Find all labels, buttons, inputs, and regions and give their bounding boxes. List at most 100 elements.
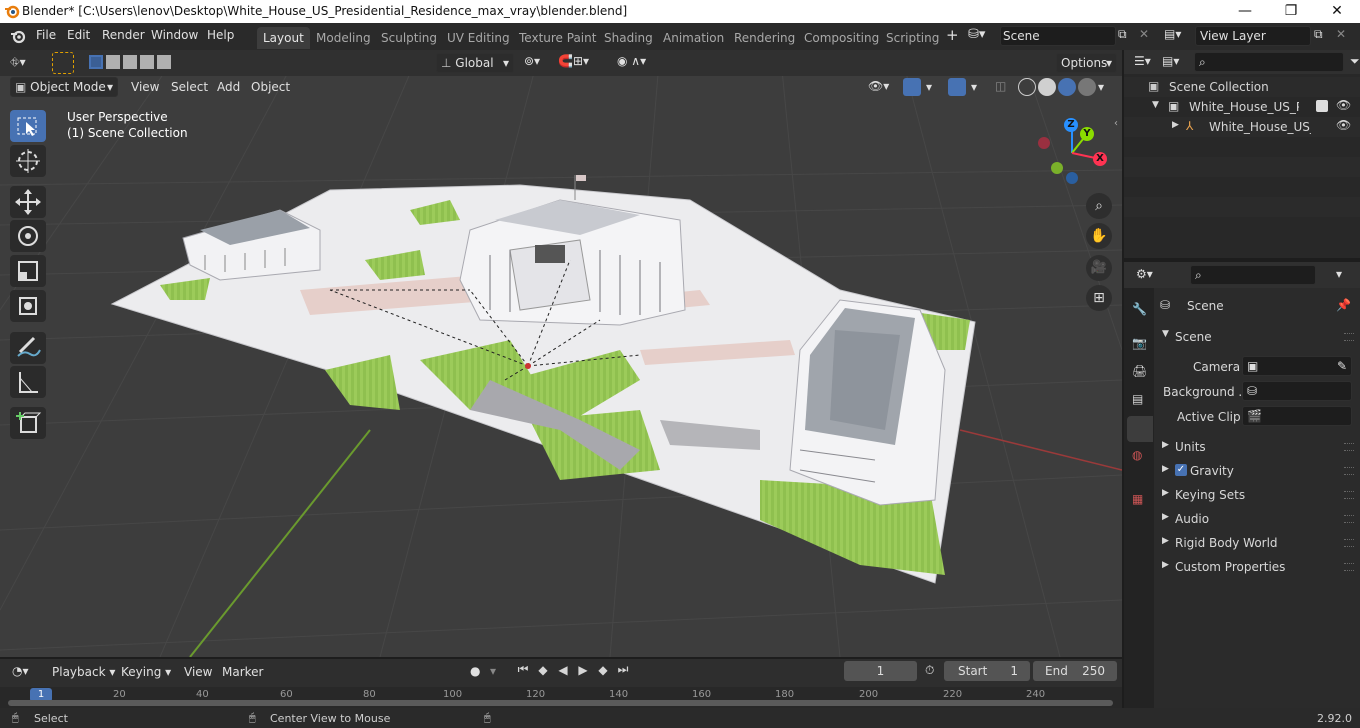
pin-icon[interactable]: 📌 (1336, 298, 1351, 312)
pan-hand-icon[interactable]: ✋ (1086, 223, 1112, 249)
shading-dropdown-icon[interactable]: ▾ (1098, 80, 1104, 94)
menu-render[interactable]: Render (102, 28, 145, 42)
view-layer-copy-icon[interactable]: ⧉ (1314, 27, 1323, 42)
expand-icon[interactable]: ▼ (1152, 100, 1159, 110)
timeline-menu-marker[interactable]: Marker (222, 665, 263, 679)
play-reverse-icon[interactable]: ◀ (553, 663, 573, 677)
start-frame-field[interactable]: Start 1 (944, 661, 1030, 681)
menu-window[interactable]: Window (151, 28, 198, 42)
extend-selection-icon[interactable] (106, 55, 120, 69)
outliner-search-field[interactable]: ⌕ (1194, 52, 1344, 72)
3d-viewport[interactable]: ⛗▾ ⊥ Global ▾ ⊚▾ 🧲⊞▾ ◉ ∧▾ Options ▾ ▣ Obje… (0, 50, 1122, 657)
move-tool[interactable] (10, 186, 46, 218)
subtract-selection-icon[interactable] (123, 55, 137, 69)
eye-icon[interactable]: 👁 (1336, 98, 1351, 112)
close-window-button[interactable]: ✕ (1314, 0, 1360, 23)
minimize-button[interactable]: — (1222, 0, 1268, 23)
drag-grip-icon[interactable] (1344, 491, 1354, 499)
timeline-editor-icon[interactable]: ◔▾ (12, 664, 29, 678)
sidebar-toggle-icon[interactable]: ‹ (1114, 118, 1118, 129)
view-layer-tab-icon[interactable]: ▤ (1132, 392, 1143, 406)
expand-icon[interactable]: ▶ (1172, 120, 1179, 130)
timeline-scrollbar[interactable] (8, 700, 1113, 706)
eyedropper-icon[interactable]: ✎ (1337, 357, 1347, 375)
drag-grip-icon[interactable] (1344, 563, 1354, 571)
timeline-ruler[interactable]: 1 20 40 60 80 100 120 140 160 180 200 22… (0, 687, 1122, 708)
material-shading-icon[interactable] (1058, 78, 1076, 96)
outliner-row-scene-collection[interactable]: ▣ Scene Collection (1124, 77, 1360, 97)
properties-options-icon[interactable]: ▾ (1336, 267, 1342, 281)
transform-tool[interactable] (10, 290, 46, 322)
select-box-tool[interactable] (10, 110, 46, 142)
view-layer-remove-icon[interactable]: ✕ (1336, 27, 1346, 41)
auto-keying-icon[interactable]: ● (470, 664, 480, 678)
background-set-field[interactable]: ⛁ (1242, 381, 1352, 401)
display-mode-icon[interactable]: ▤▾ (1162, 54, 1179, 68)
keying-sets-panel-header[interactable]: ▶ Keying Sets (1156, 483, 1360, 507)
camera-view-icon[interactable]: 🎥 (1086, 255, 1112, 281)
pivot-point-icon[interactable]: ⊚▾ (524, 54, 540, 68)
viewport-menu-select[interactable]: Select (171, 80, 208, 94)
add-cube-tool[interactable] (10, 407, 46, 439)
camera-field[interactable]: ▣ ✎ (1242, 356, 1352, 376)
gizmo-dropdown-icon[interactable]: ▾ (926, 80, 932, 94)
timeline-menu-view[interactable]: View (184, 665, 212, 679)
maximize-button[interactable]: ❐ (1268, 0, 1314, 23)
tab-layout[interactable]: Layout (257, 27, 310, 49)
timeline-menu-keying[interactable]: Keying ▾ (121, 665, 171, 679)
prev-keyframe-icon[interactable]: ◆ (533, 663, 553, 677)
overlays-dropdown-icon[interactable]: ▾ (971, 80, 977, 94)
scene-panel-header[interactable]: ▼ Scene (1156, 325, 1360, 349)
drag-grip-icon[interactable] (1344, 467, 1354, 475)
tab-rendering[interactable]: Rendering (728, 27, 801, 49)
keying-dropdown-icon[interactable]: ▾ (490, 664, 496, 678)
include-checkbox[interactable] (1316, 100, 1328, 112)
editor-type-icon[interactable]: ⛗▾ (10, 55, 26, 70)
zoom-icon[interactable]: ⌕ (1086, 193, 1112, 219)
snap-icon[interactable]: 🧲⊞▾ (558, 54, 589, 68)
gizmo-y-axis[interactable]: Y (1080, 127, 1094, 141)
custom-properties-panel-header[interactable]: ▶ Custom Properties (1156, 555, 1360, 579)
drag-grip-icon[interactable] (1344, 539, 1354, 547)
gizmo-z-axis[interactable]: Z (1064, 118, 1078, 132)
outliner-row-collection[interactable]: ▼ ▣ White_House_US_Preside 👁 (1124, 97, 1360, 117)
perspective-grid-icon[interactable]: ⊞ (1086, 285, 1112, 311)
tab-shading[interactable]: Shading (598, 27, 659, 49)
select-tool-icon[interactable] (52, 52, 74, 74)
filter-icon[interactable]: ⏷ (1350, 54, 1360, 69)
rigid-body-world-panel-header[interactable]: ▶ Rigid Body World (1156, 531, 1360, 555)
tab-uv-editing[interactable]: UV Editing (441, 27, 516, 49)
gravity-checkbox[interactable]: ✓ (1175, 464, 1187, 476)
options-dropdown[interactable]: Options ▾ (1056, 53, 1117, 73)
tab-scripting[interactable]: Scripting (880, 27, 945, 49)
world-tab-icon[interactable]: ◍ (1132, 448, 1142, 462)
tab-sculpting[interactable]: Sculpting (375, 27, 443, 49)
scale-tool[interactable] (10, 255, 46, 287)
render-tab-icon[interactable]: 📷 (1132, 336, 1147, 350)
tab-modeling[interactable]: Modeling (310, 27, 377, 49)
tab-texture-paint[interactable]: Texture Paint (513, 27, 602, 49)
view-layer-field[interactable]: View Layer (1195, 26, 1311, 46)
solid-shading-icon[interactable] (1038, 78, 1056, 96)
scene-name-field[interactable]: Scene (1000, 26, 1116, 46)
play-icon[interactable]: ▶ (573, 663, 593, 677)
active-clip-field[interactable]: 🎬 (1242, 406, 1352, 426)
texture-tab-icon[interactable]: ▦ (1132, 492, 1143, 506)
eye-icon[interactable]: 👁 (1336, 118, 1351, 132)
tab-compositing[interactable]: Compositing (798, 27, 885, 49)
new-selection-icon[interactable] (89, 55, 103, 69)
properties-editor-icon[interactable]: ⚙▾ (1136, 267, 1153, 281)
tab-animation[interactable]: Animation (657, 27, 730, 49)
view-layer-browse-icon[interactable]: ▤▾ (1164, 27, 1181, 41)
proportional-edit-icon[interactable]: ◉ ∧▾ (617, 54, 646, 68)
cursor-tool[interactable] (10, 145, 46, 177)
audio-panel-header[interactable]: ▶ Audio (1156, 507, 1360, 531)
visibility-icon[interactable]: 👁▾ (868, 79, 889, 93)
output-tab-icon[interactable]: 🖨 (1132, 364, 1147, 378)
add-workspace-icon[interactable]: + (946, 26, 959, 44)
outliner-editor-icon[interactable]: ☰▾ (1134, 54, 1151, 68)
properties-search-field[interactable]: ⌕ (1190, 265, 1316, 285)
rotate-tool[interactable] (10, 220, 46, 252)
jump-start-icon[interactable]: ⏮ (513, 662, 533, 677)
outliner-row-object[interactable]: ▶ ⅄ White_House_US_Pre 👁 (1124, 117, 1360, 137)
